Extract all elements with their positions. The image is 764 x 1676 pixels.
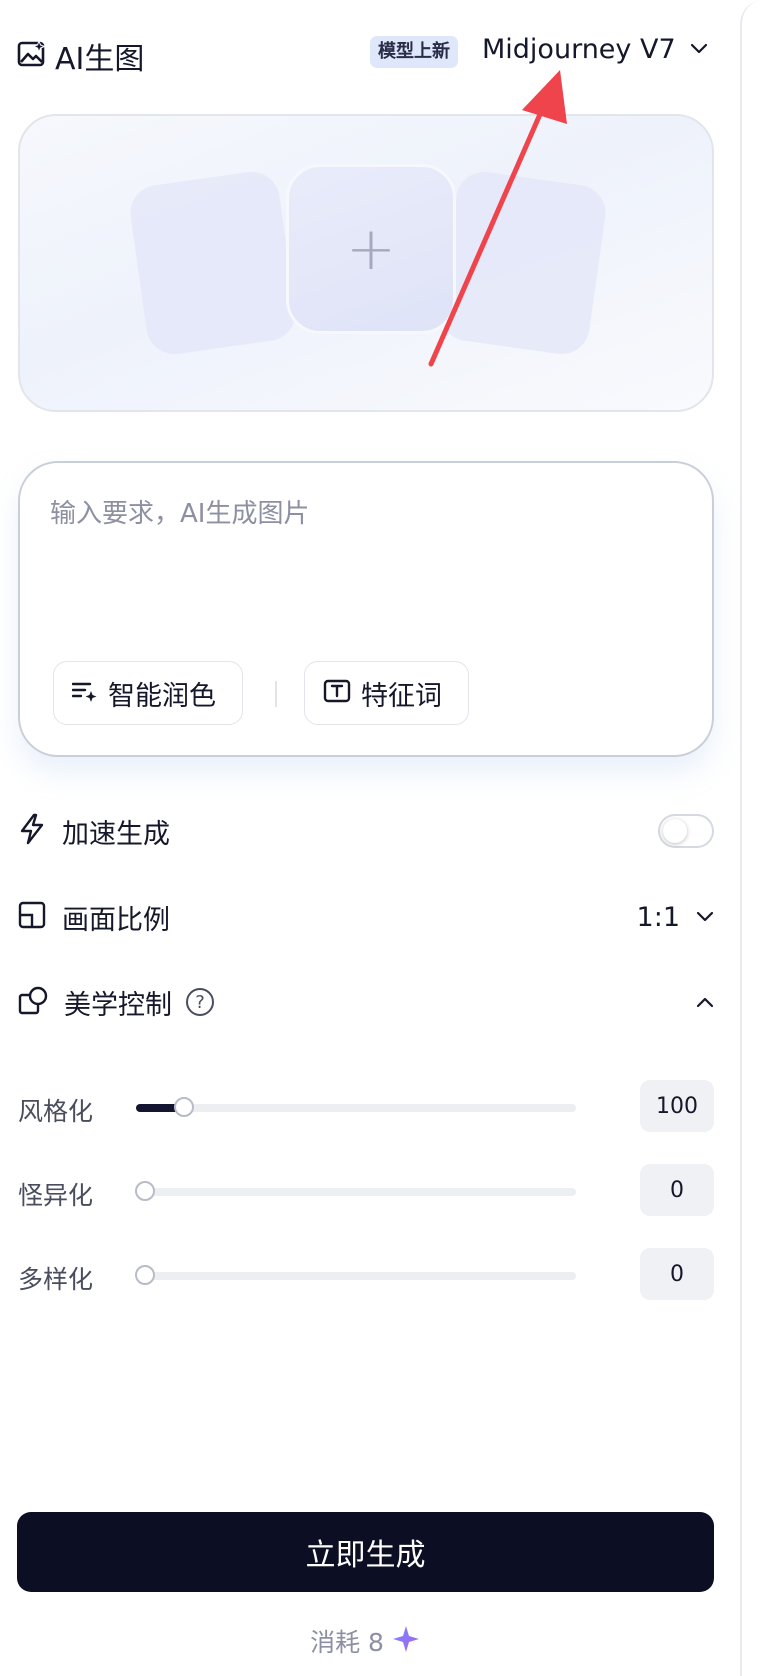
slider-thumb[interactable] [134,1181,155,1201]
slider-value[interactable]: 100 [640,1080,714,1132]
text-box-icon [323,679,351,707]
smart-polish-button[interactable]: 智能润色 [53,661,243,725]
speed-label: 加速生成 [62,818,170,850]
placeholder-card-left [126,168,300,358]
model-selector[interactable]: Midjourney V7 [482,34,708,65]
slider-value[interactable]: 0 [640,1248,714,1300]
aesthetics-label: 美学控制 [64,989,172,1021]
ratio-value: 1:1 [636,901,680,933]
aspect-ratio-icon [18,901,46,933]
image-sparkle-icon [17,39,47,73]
new-model-badge: 模型上新 [370,36,458,68]
cost-info: 消耗 8 [0,1623,730,1659]
slider-thumb[interactable] [174,1097,195,1117]
ratio-label: 画面比例 [62,904,170,936]
slider-value[interactable]: 0 [640,1164,714,1216]
chevron-up-icon[interactable] [696,993,714,1012]
model-name: Midjourney V7 [482,34,676,65]
page-title: AI生图 [55,42,145,77]
prompt-input[interactable] [50,493,670,613]
slider-label: 多样化 [18,1265,94,1294]
header: AI生图 模型上新 Midjourney V7 [17,28,717,78]
slider-thumb[interactable] [134,1265,155,1285]
shapes-icon [18,985,48,1019]
text-sparkle-icon [71,679,98,707]
placeholder-card-right [436,168,610,358]
brand: AI生图 [17,34,144,78]
slider-stylize: 风格化 100 [18,1080,714,1136]
slider-track[interactable] [134,1265,576,1285]
speed-row: 加速生成 [18,806,714,856]
smart-polish-label: 智能润色 [108,680,216,712]
generate-button[interactable]: 立即生成 [17,1512,714,1592]
slider-weird: 怪异化 0 [18,1164,714,1220]
cost-label: 消耗 8 [310,1628,384,1657]
ratio-row[interactable]: 画面比例 1:1 [18,892,714,942]
chevron-down-icon [696,908,714,927]
toggle-knob [663,819,687,843]
keywords-button[interactable]: 特征词 [304,661,469,725]
sparkle-icon [392,1625,420,1657]
panel-edge [740,0,764,1676]
slider-track[interactable] [136,1097,576,1117]
image-upload-area[interactable]: + [18,114,714,412]
ratio-selector[interactable]: 1:1 [637,892,714,942]
lightning-icon [18,813,46,849]
slider-track[interactable] [134,1181,576,1201]
speed-toggle[interactable] [658,814,714,848]
aesthetics-row[interactable]: 美学控制 ? [18,977,714,1027]
slider-label: 风格化 [18,1097,94,1126]
prompt-box: 智能润色 特征词 [18,461,714,757]
slider-label: 怪异化 [18,1181,94,1210]
help-icon[interactable]: ? [186,988,214,1016]
chevron-down-icon [690,40,708,59]
chip-divider [275,681,277,707]
slider-variety: 多样化 0 [18,1248,714,1304]
upload-image-button[interactable]: + [286,164,456,334]
plus-icon: + [345,214,397,284]
keywords-label: 特征词 [361,680,442,712]
